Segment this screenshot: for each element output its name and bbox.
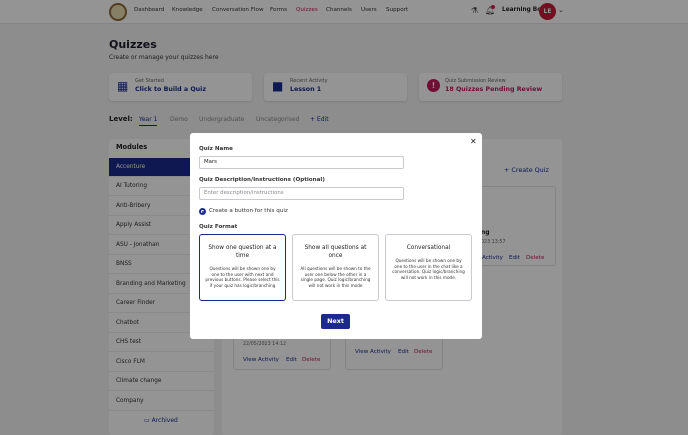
format-option-all-at-once[interactable]: Show all questions at once All questions… bbox=[292, 234, 379, 301]
description-label: Quiz Description/Instructions (Optional) bbox=[199, 177, 325, 183]
format-title: Show all questions at once bbox=[304, 245, 367, 259]
create-quiz-modal: ✕ Quiz Name Mars Quiz Description/Instru… bbox=[190, 133, 482, 339]
description-input[interactable]: Enter description/instructions bbox=[199, 187, 404, 200]
create-button-label[interactable]: Create a button for this quiz bbox=[209, 208, 288, 214]
format-description: All questions will be shown to the user … bbox=[300, 266, 371, 288]
close-icon[interactable]: ✕ bbox=[470, 137, 477, 146]
quiz-name-label: Quiz Name bbox=[199, 146, 233, 152]
format-title: Show one question at a time bbox=[208, 245, 277, 259]
quiz-format-label: Quiz Format bbox=[199, 224, 238, 230]
format-option-conversational[interactable]: Conversational Questions will be shown o… bbox=[385, 234, 472, 301]
format-description: Questions will be shown one by one to th… bbox=[205, 266, 280, 288]
next-button[interactable]: Next bbox=[321, 314, 350, 329]
create-button-radio[interactable] bbox=[199, 208, 206, 215]
format-option-one-at-a-time[interactable]: Show one question at a time Questions wi… bbox=[199, 234, 286, 301]
format-description: Questions will be shown one by one to th… bbox=[392, 258, 465, 280]
quiz-name-input[interactable]: Mars bbox=[199, 156, 404, 169]
format-title: Conversational bbox=[406, 245, 451, 251]
